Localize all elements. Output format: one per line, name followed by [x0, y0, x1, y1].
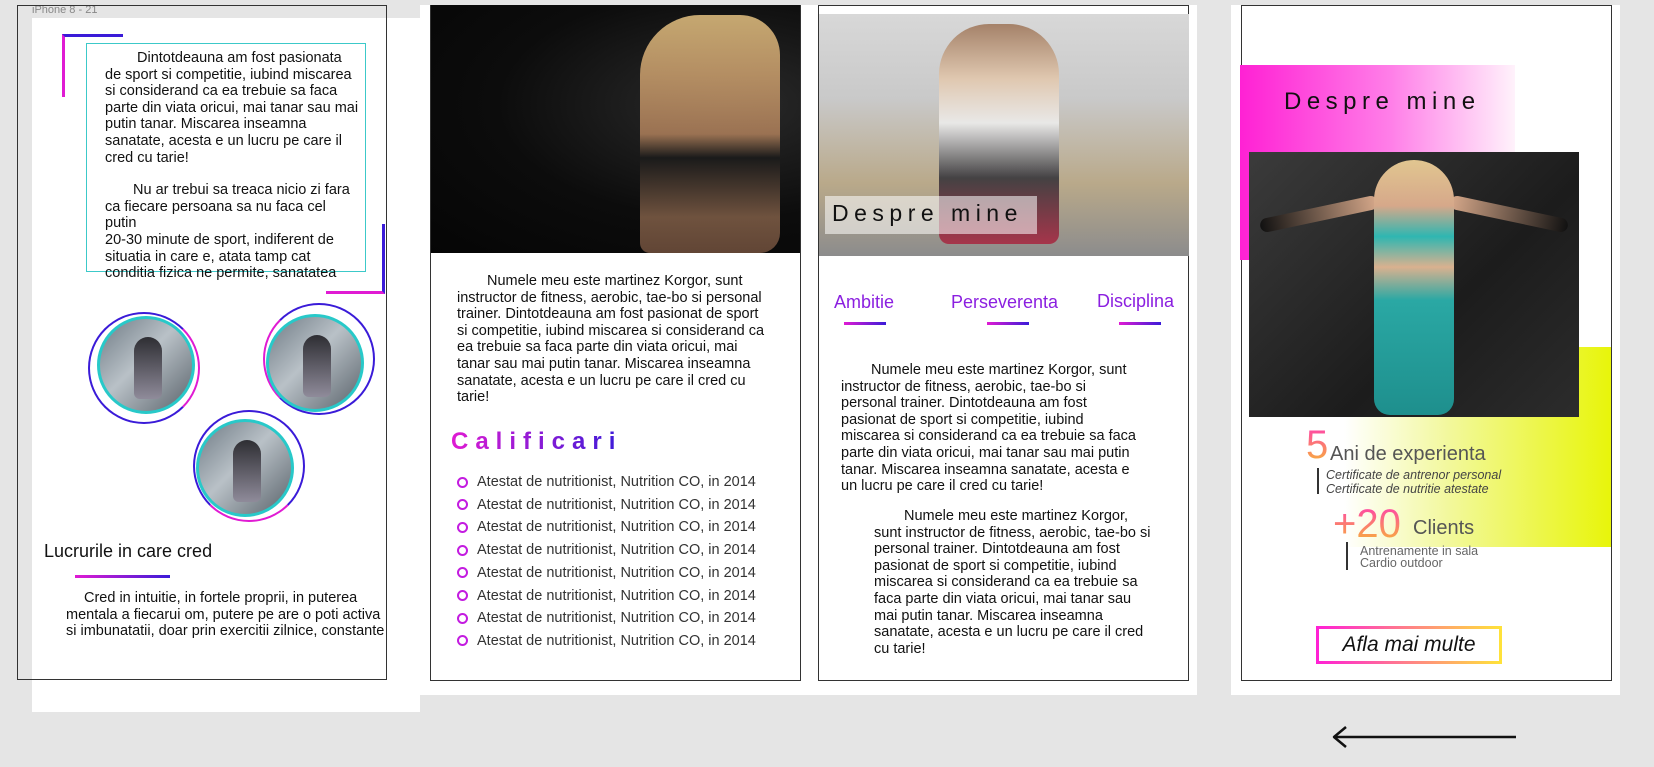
athlete-profile-figure [640, 15, 780, 253]
qualification-text: Atestat de nutritionist, Nutrition CO, i… [477, 564, 756, 581]
experience-number: 5 [1306, 423, 1329, 467]
beliefs-text: Cred in intuitie, in fortele proprii, in… [66, 590, 385, 640]
athlete-figure [303, 335, 331, 397]
experience-detail: Certificate de nutritie atestate [1326, 482, 1489, 496]
clients-detail: Cardio outdoor [1360, 556, 1443, 570]
intro-paragraph-1: Dintotdeauna am fost pasionata de sport … [105, 50, 359, 166]
qualification-text: Atestat de nutritionist, Nutrition CO, i… [477, 610, 756, 627]
about-paragraph-1: Numele meu este martinez Korgor, sunt in… [841, 362, 1136, 495]
qualification-item: Atestat de nutritionist, Nutrition CO, i… [457, 565, 756, 581]
qualification-item: Atestat de nutritionist, Nutrition CO, i… [457, 588, 756, 604]
qualification-text: Atestat de nutritionist, Nutrition CO, i… [477, 632, 756, 649]
intro-text-box: Dintotdeauna am fost pasionata de sport … [86, 43, 366, 281]
learn-more-button[interactable]: Afla mai multe [1316, 626, 1502, 664]
value-underline [844, 322, 886, 325]
circle-bullet-icon [457, 521, 468, 533]
gallery-photo[interactable] [196, 419, 294, 517]
arrow-left-icon[interactable] [1330, 726, 1518, 748]
circle-bullet-icon [457, 476, 468, 488]
qualification-item: Atestat de nutritionist, Nutrition CO, i… [457, 497, 756, 513]
circle-bullet-icon [457, 635, 468, 647]
circle-bullet-icon [457, 544, 468, 556]
qualification-text: Atestat de nutritionist, Nutrition CO, i… [477, 519, 756, 536]
circle-bullet-icon [457, 612, 468, 624]
circle-bullet-icon [457, 567, 468, 579]
athlete-figure [134, 337, 162, 399]
qualifications-title: Calificari [451, 428, 623, 455]
qualification-text: Atestat de nutritionist, Nutrition CO, i… [477, 474, 756, 490]
hero-title: Despre mine [832, 200, 1023, 226]
gallery-photo[interactable] [266, 314, 364, 412]
clients-label: Clients [1413, 517, 1475, 539]
value-underline [987, 322, 1029, 325]
qualification-item: Atestat de nutritionist, Nutrition CO, i… [457, 519, 756, 535]
qualification-item: Atestat de nutritionist, Nutrition CO, i… [457, 474, 756, 490]
value-perseverenta: Perseverenta [951, 292, 1059, 312]
clients-number: +20 [1333, 502, 1401, 546]
qualification-text: Atestat de nutritionist, Nutrition CO, i… [477, 587, 756, 604]
athlete-arm [1448, 194, 1570, 234]
about-title: Despre mine [1284, 88, 1481, 115]
heading-underline [75, 575, 170, 578]
athlete-figure [233, 440, 261, 502]
about-paragraph-2: Numele meu este martinez Korgor, sunt in… [874, 508, 1151, 657]
athlete-arm [1258, 194, 1380, 234]
qualification-item: Atestat de nutritionist, Nutrition CO, i… [457, 610, 756, 626]
value-ambitie: Ambitie [834, 292, 895, 312]
intro-paragraph-2: Nu ar trebui sa treaca nicio zi fara ca … [105, 182, 350, 282]
experience-detail: Certificate de antrenor personal [1326, 468, 1502, 482]
value-underline [1119, 322, 1161, 325]
beliefs-heading: Lucrurile in care cred [44, 541, 213, 561]
qualification-item: Atestat de nutritionist, Nutrition CO, i… [457, 633, 756, 649]
intro-paragraph: Numele meu este martinez Korgor, sunt in… [457, 273, 765, 406]
athlete-figure [1374, 160, 1454, 415]
experience-label: Ani de experienta [1330, 443, 1486, 465]
qualification-text: Atestat de nutritionist, Nutrition CO, i… [477, 542, 756, 559]
hero-photo-dark [431, 5, 800, 253]
gallery-photo[interactable] [97, 316, 195, 414]
stat-divider [1346, 542, 1348, 570]
stat-divider [1317, 468, 1319, 494]
value-disciplina: Disciplina [1097, 291, 1175, 311]
qualification-text: Atestat de nutritionist, Nutrition CO, i… [477, 496, 756, 513]
qualification-item: Atestat de nutritionist, Nutrition CO, i… [457, 542, 756, 558]
circle-bullet-icon [457, 590, 468, 601]
circle-bullet-icon [457, 499, 468, 511]
athlete-photo [1249, 152, 1579, 417]
